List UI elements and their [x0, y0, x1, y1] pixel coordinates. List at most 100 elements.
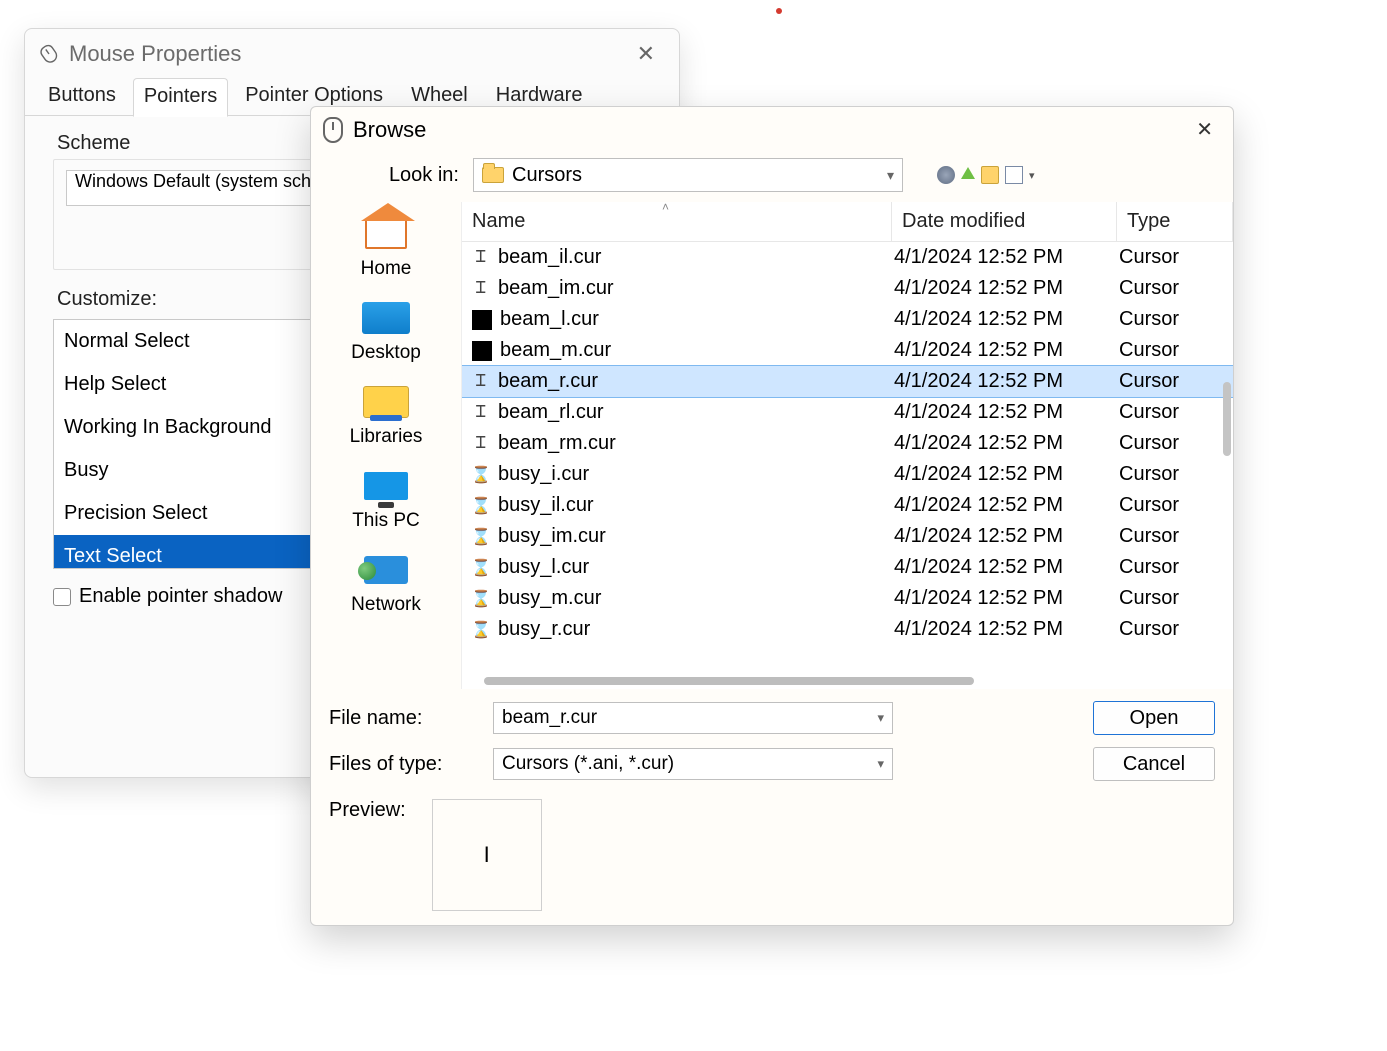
file-row[interactable]: ⌛ busy_il.cur 4/1/2024 12:52 PMCursor	[462, 490, 1233, 521]
br-titlebar[interactable]: Browse ✕	[311, 107, 1233, 152]
file-row[interactable]: beam_l.cur 4/1/2024 12:52 PMCursor	[462, 304, 1233, 335]
file-row[interactable]: beam_m.cur4/1/2024 12:52 PMCursor	[462, 335, 1233, 366]
horizontal-scrollbar[interactable]	[462, 675, 1233, 689]
file-date: 4/1/2024 12:52 PM	[894, 339, 1119, 362]
filetype-label: Files of type:	[329, 753, 479, 776]
stray-red-dot	[776, 8, 782, 14]
br-close-button[interactable]: ✕	[1188, 113, 1221, 146]
filename-label: File name:	[329, 707, 479, 730]
black-icon	[472, 341, 492, 361]
hour-icon: ⌛	[472, 590, 490, 608]
lookin-select[interactable]: Cursors ▾	[473, 158, 903, 192]
file-row[interactable]: ⌛busy_m.cur4/1/2024 12:52 PMCursor	[462, 583, 1233, 614]
file-date: 4/1/2024 12:52 PM	[894, 463, 1119, 486]
place-label: Home	[361, 258, 412, 280]
file-date: 4/1/2024 12:52 PM	[894, 494, 1119, 517]
mouse-icon	[323, 117, 343, 143]
file-list-header[interactable]: Name ˄ Date modified Type	[462, 202, 1233, 242]
hour-icon: ⌛	[472, 528, 490, 546]
file-row[interactable]: Ꮖbeam_il.cur4/1/2024 12:52 PMCursor	[462, 242, 1233, 273]
place-label: Network	[351, 594, 421, 616]
chevron-down-icon[interactable]: ▾	[877, 710, 884, 726]
file-name: busy_r.cur	[498, 618, 590, 641]
filetype-value: Cursors (*.ani, *.cur)	[502, 753, 674, 775]
view-menu-icon[interactable]	[1005, 166, 1023, 184]
place-label: This PC	[352, 510, 420, 532]
this-pc-icon	[364, 472, 408, 500]
black-icon	[472, 310, 492, 330]
hour-icon: ⌛	[472, 497, 490, 515]
lookin-label: Look in:	[329, 164, 459, 187]
file-name: beam_r.cur	[498, 370, 598, 393]
file-name: busy_i.cur	[498, 463, 589, 486]
filetype-select[interactable]: Cursors (*.ani, *.cur) ▾	[493, 748, 893, 780]
place-network[interactable]: Network	[317, 544, 455, 622]
ibeam-icon: Ꮖ	[472, 280, 490, 298]
col-type[interactable]: Type	[1117, 202, 1233, 241]
desktop-icon	[362, 302, 410, 334]
place-desktop[interactable]: Desktop	[317, 292, 455, 370]
file-row[interactable]: Ꮖbeam_im.cur4/1/2024 12:52 PMCursor	[462, 273, 1233, 304]
file-type: Cursor	[1119, 618, 1231, 641]
file-date: 4/1/2024 12:52 PM	[894, 246, 1119, 269]
tab-pointers[interactable]: Pointers	[133, 78, 228, 117]
file-date: 4/1/2024 12:52 PM	[894, 308, 1119, 331]
place-libraries[interactable]: Libraries	[317, 376, 455, 454]
file-date: 4/1/2024 12:52 PM	[894, 556, 1119, 579]
file-row[interactable]: Ꮖbeam_r.cur4/1/2024 12:52 PMCursor	[462, 366, 1233, 397]
file-name: beam_l.cur	[500, 308, 599, 331]
mp-title: Mouse Properties	[69, 41, 241, 67]
file-row[interactable]: ⌛busy_r.cur4/1/2024 12:52 PMCursor	[462, 614, 1233, 645]
file-type: Cursor	[1119, 494, 1231, 517]
file-list: Name ˄ Date modified Type Ꮖbeam_il.cur4/…	[461, 202, 1233, 689]
file-date: 4/1/2024 12:52 PM	[894, 525, 1119, 548]
up-one-level-icon[interactable]	[961, 167, 975, 179]
chevron-down-icon[interactable]: ▾	[877, 756, 884, 772]
file-date: 4/1/2024 12:52 PM	[894, 432, 1119, 455]
ibeam-icon: Ꮖ	[472, 435, 490, 453]
cancel-button[interactable]: Cancel	[1093, 747, 1215, 781]
place-home[interactable]: Home	[317, 208, 455, 286]
file-name: beam_rl.cur	[498, 401, 604, 424]
file-row[interactable]: ⌛busy_l.cur4/1/2024 12:52 PMCursor	[462, 552, 1233, 583]
file-date: 4/1/2024 12:52 PM	[894, 277, 1119, 300]
mp-titlebar[interactable]: Mouse Properties ✕	[25, 29, 679, 77]
chevron-down-icon[interactable]: ▾	[1029, 169, 1035, 182]
preview-glyph: I	[484, 842, 490, 868]
shadow-checkbox[interactable]	[53, 588, 71, 606]
file-type: Cursor	[1119, 370, 1231, 393]
places-bar: Home Desktop Libraries This PC Network	[311, 202, 461, 689]
place-this-pc[interactable]: This PC	[317, 460, 455, 538]
tab-buttons[interactable]: Buttons	[37, 77, 127, 116]
col-date[interactable]: Date modified	[892, 202, 1117, 241]
filename-input[interactable]: beam_r.cur ▾	[493, 702, 893, 734]
chevron-down-icon: ▾	[887, 167, 894, 184]
file-type: Cursor	[1119, 308, 1231, 331]
file-row[interactable]: ⌛busy_im.cur4/1/2024 12:52 PMCursor	[462, 521, 1233, 552]
place-label: Desktop	[351, 342, 421, 364]
col-name[interactable]: Name ˄	[462, 202, 892, 241]
back-icon[interactable]	[937, 166, 955, 184]
vertical-scroll-thumb[interactable]	[1223, 382, 1231, 456]
file-row[interactable]: Ꮖbeam_rm.cur4/1/2024 12:52 PMCursor	[462, 428, 1233, 459]
file-type: Cursor	[1119, 463, 1231, 486]
browse-dialog: Browse ✕ Look in: Cursors ▾ ▾ Home Deskto…	[310, 106, 1234, 926]
place-label: Libraries	[350, 426, 423, 448]
lookin-value: Cursors	[512, 164, 582, 187]
home-icon	[365, 219, 407, 249]
file-name: busy_m.cur	[498, 587, 601, 610]
file-row[interactable]: Ꮖbeam_rl.cur4/1/2024 12:52 PMCursor	[462, 397, 1233, 428]
new-folder-icon[interactable]	[981, 166, 999, 184]
scheme-select[interactable]: Windows Default (system scheme)	[66, 170, 326, 206]
ibeam-icon: Ꮖ	[472, 404, 490, 422]
ibeam-icon: Ꮖ	[472, 373, 490, 391]
file-name: busy_il.cur	[498, 494, 594, 517]
hour-icon: ⌛	[472, 621, 490, 639]
file-row[interactable]: ⌛busy_i.cur4/1/2024 12:52 PMCursor	[462, 459, 1233, 490]
file-type: Cursor	[1119, 401, 1231, 424]
mp-close-button[interactable]: ✕	[627, 37, 665, 71]
vertical-scrollbar[interactable]	[1219, 242, 1233, 675]
open-button[interactable]: Open	[1093, 701, 1215, 735]
horizontal-scroll-thumb[interactable]	[484, 677, 974, 685]
hour-icon: ⌛	[472, 559, 490, 577]
